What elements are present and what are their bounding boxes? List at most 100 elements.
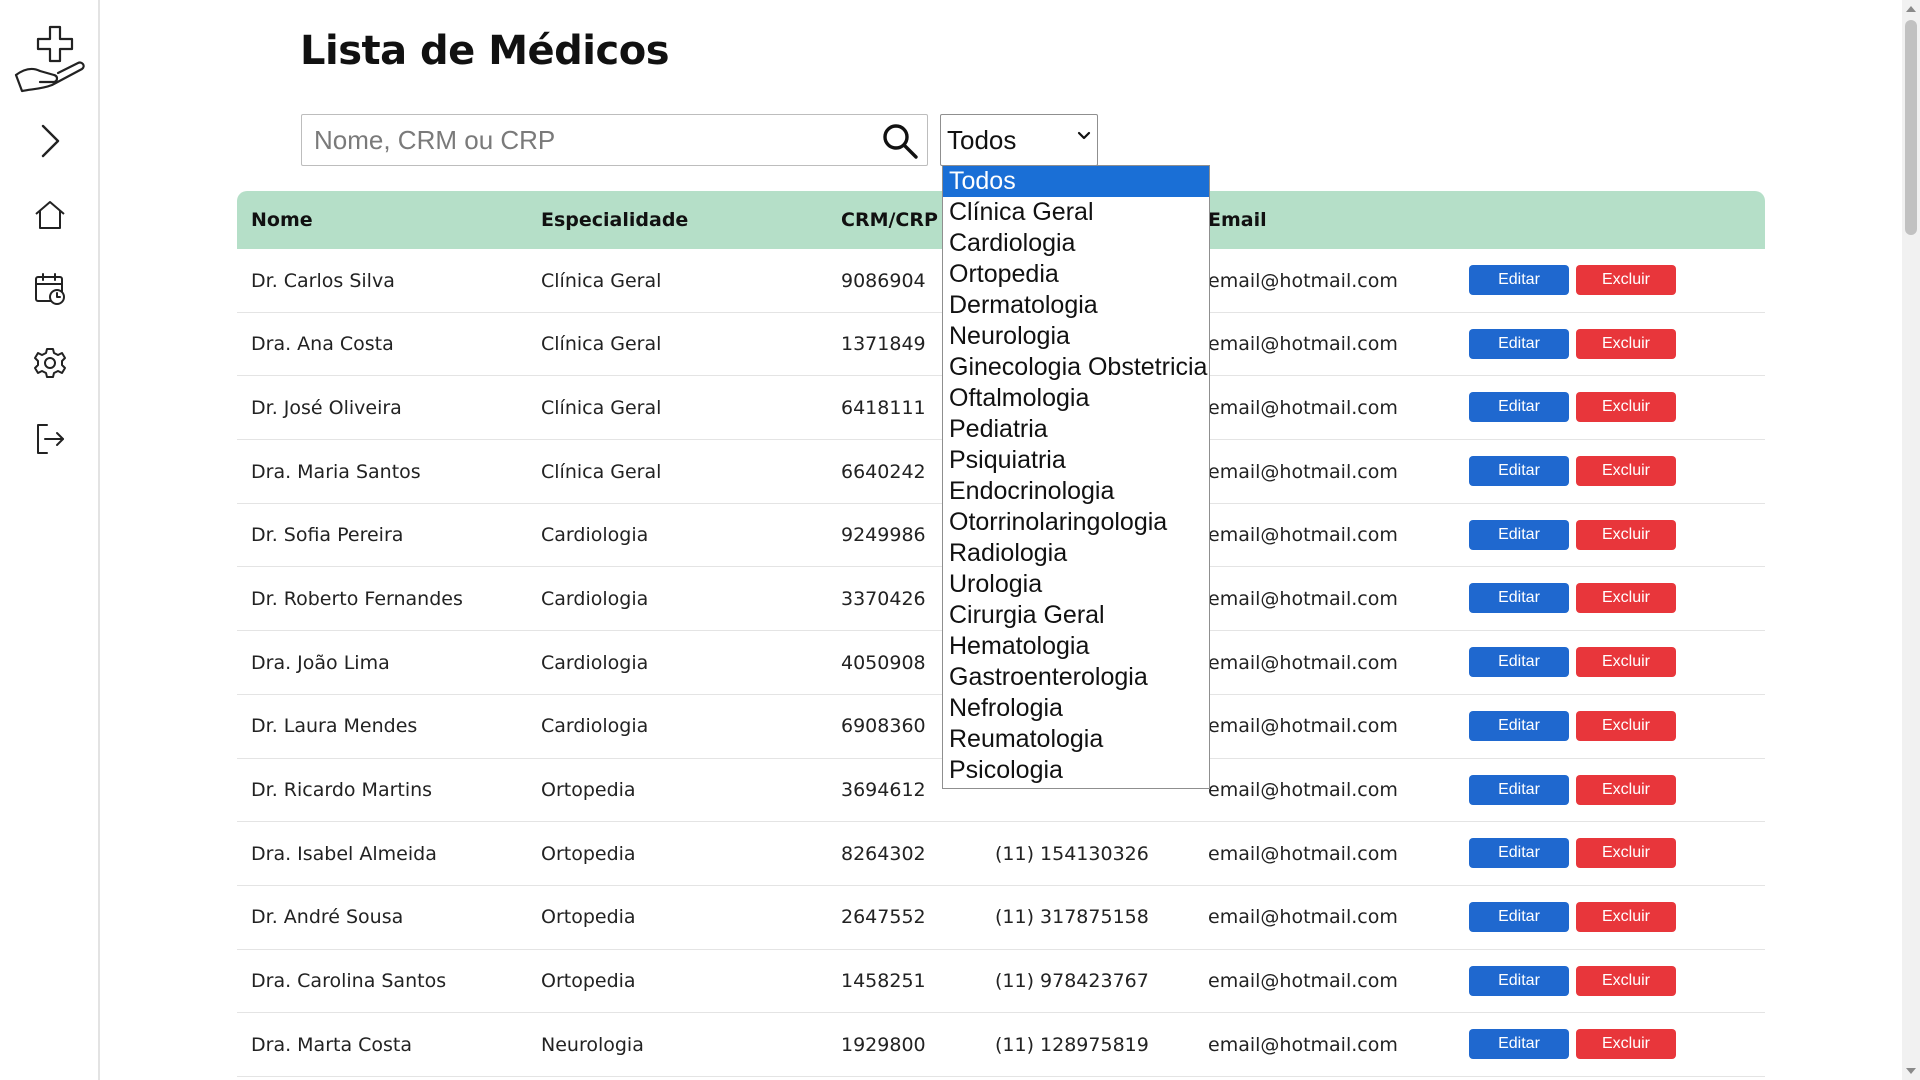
dropdown-option[interactable]: Nefrologia — [943, 693, 1209, 724]
doctor-specialty: Ortopedia — [541, 970, 636, 993]
delete-button[interactable]: Excluir — [1576, 838, 1676, 869]
chevron-right-icon — [41, 124, 60, 158]
edit-button[interactable]: Editar — [1469, 328, 1569, 359]
dropdown-option[interactable]: Gastroenterologia — [943, 662, 1209, 693]
doctor-name: Dr. Laura Mendes — [251, 715, 418, 738]
doctor-email: email@hotmail.com — [1208, 715, 1398, 738]
doctor-specialty: Clínica Geral — [541, 333, 662, 356]
app-logo[interactable] — [0, 22, 100, 98]
edit-button[interactable]: Editar — [1469, 456, 1569, 487]
doctor-specialty: Neurologia — [541, 1033, 644, 1056]
page-title: Lista de Médicos — [300, 28, 670, 74]
edit-button[interactable]: Editar — [1469, 774, 1569, 805]
doctor-crm: 1929800 — [841, 1033, 926, 1056]
search-icon[interactable] — [881, 122, 919, 160]
delete-button[interactable]: Excluir — [1576, 456, 1676, 487]
doctor-crm: 1458251 — [841, 970, 926, 993]
delete-button[interactable]: Excluir — [1576, 519, 1676, 550]
table-row: Dra. Marta Costa Neurologia 1929800 (11) 12… — [237, 1013, 1765, 1077]
delete-button[interactable]: Excluir — [1576, 583, 1676, 614]
dropdown-option[interactable]: Otorrinolaringologia — [943, 507, 1209, 538]
dropdown-option[interactable]: Radiologia — [943, 538, 1209, 569]
doctor-crm: 6418111 — [841, 396, 926, 419]
sidebar-item-home[interactable] — [0, 194, 100, 236]
doctor-email: email@hotmail.com — [1208, 779, 1398, 801]
dropdown-option[interactable]: Clínica Geral — [943, 197, 1209, 228]
dropdown-option[interactable]: Cirurgia Geral — [943, 600, 1209, 631]
edit-button[interactable]: Editar — [1469, 965, 1569, 996]
dropdown-option[interactable]: Psiquiatria — [943, 445, 1209, 476]
doctor-crm: 2647552 — [841, 906, 926, 929]
delete-button[interactable]: Excluir — [1576, 965, 1676, 996]
edit-button[interactable]: Editar — [1469, 647, 1569, 678]
doctor-crm: 9086904 — [841, 269, 926, 292]
edit-button[interactable]: Editar — [1469, 519, 1569, 550]
dropdown-option[interactable]: Psicologia — [943, 755, 1209, 786]
header-crm: CRM/CRP — [841, 209, 938, 231]
dropdown-option[interactable]: Hematologia — [943, 631, 1209, 662]
dropdown-option[interactable]: Cardiologia — [943, 228, 1209, 259]
table-row: Dra. Isabel Almeida Ortopedia 8264302 (11) … — [237, 822, 1765, 886]
chevron-down-icon — [1077, 131, 1091, 140]
dropdown-option[interactable]: Pediatria — [943, 414, 1209, 445]
dropdown-option[interactable]: Neurologia — [943, 321, 1209, 352]
specialty-filter-select[interactable]: Todos — [940, 114, 1098, 166]
dropdown-option[interactable]: Ginecologia Obstetricia — [943, 352, 1209, 383]
dropdown-option[interactable]: Ortopedia — [943, 259, 1209, 290]
doctor-email: email@hotmail.com — [1208, 333, 1398, 356]
dropdown-option[interactable]: Reumatologia — [943, 724, 1209, 755]
doctor-specialty: Clínica Geral — [541, 396, 662, 419]
delete-button[interactable]: Excluir — [1576, 901, 1676, 932]
search-input[interactable] — [302, 115, 862, 165]
scroll-down-arrow-icon[interactable] — [1906, 1068, 1916, 1074]
doctor-specialty: Ortopedia — [541, 779, 636, 801]
logout-icon — [37, 424, 64, 454]
table-row: Dr. André Sousa Ortopedia 2647552 (11) 3178… — [237, 886, 1765, 950]
scroll-up-arrow-icon[interactable] — [1906, 6, 1916, 12]
sidebar-item-settings[interactable] — [0, 342, 100, 384]
sidebar-item-calendar[interactable] — [0, 268, 100, 310]
edit-button[interactable]: Editar — [1469, 583, 1569, 614]
edit-button[interactable]: Editar — [1469, 901, 1569, 932]
edit-button[interactable]: Editar — [1469, 838, 1569, 869]
delete-button[interactable]: Excluir — [1576, 710, 1676, 741]
doctor-name: Dr. Carlos Silva — [251, 269, 395, 292]
scrollbar-thumb[interactable] — [1905, 20, 1917, 235]
edit-button[interactable]: Editar — [1469, 710, 1569, 741]
dropdown-option[interactable]: Endocrinologia — [943, 476, 1209, 507]
sidebar-item-logout[interactable] — [0, 418, 100, 460]
doctor-crm: 1371849 — [841, 333, 926, 356]
edit-button[interactable]: Editar — [1469, 265, 1569, 295]
table-row: Dra. Carolina Santos Ortopedia 1458251 (11)… — [237, 950, 1765, 1014]
search-box — [301, 114, 928, 166]
doctor-crm: 6640242 — [841, 460, 926, 483]
doctor-email: email@hotmail.com — [1208, 587, 1398, 610]
dropdown-option[interactable]: Urologia — [943, 569, 1209, 600]
doctor-name: Dr. André Sousa — [251, 906, 404, 929]
doctor-specialty: Cardiologia — [541, 524, 649, 547]
delete-button[interactable]: Excluir — [1576, 1029, 1676, 1060]
edit-button[interactable]: Editar — [1469, 392, 1569, 423]
edit-button[interactable]: Editar — [1469, 1029, 1569, 1060]
dropdown-option[interactable]: Todos — [943, 166, 1209, 197]
delete-button[interactable]: Excluir — [1576, 647, 1676, 678]
specialty-dropdown-list: Todos Clínica Geral Cardiologia Ortopedia De… — [942, 165, 1210, 789]
dropdown-option[interactable]: Oftalmologia — [943, 383, 1209, 414]
doctor-name: Dra. Ana Costa — [251, 333, 394, 356]
doctor-phone: (11) 978423767 — [995, 970, 1149, 993]
expand-sidebar-button[interactable] — [0, 118, 100, 164]
dropdown-option[interactable]: Dermatologia — [943, 290, 1209, 321]
doctor-name: Dr. Roberto Fernandes — [251, 587, 463, 610]
delete-button[interactable]: Excluir — [1576, 265, 1676, 295]
doctor-email: email@hotmail.com — [1208, 524, 1398, 547]
doctor-name: Dr. Ricardo Martins — [251, 779, 433, 801]
doctor-name: Dra. Marta Costa — [251, 1033, 413, 1056]
delete-button[interactable]: Excluir — [1576, 774, 1676, 805]
delete-button[interactable]: Excluir — [1576, 328, 1676, 359]
doctor-name: Dr. Sofia Pereira — [251, 524, 404, 547]
sidebar — [0, 0, 100, 1080]
page-scrollbar[interactable] — [1902, 0, 1920, 1080]
gear-icon — [34, 348, 66, 378]
delete-button[interactable]: Excluir — [1576, 392, 1676, 423]
doctor-email: email@hotmail.com — [1208, 651, 1398, 674]
